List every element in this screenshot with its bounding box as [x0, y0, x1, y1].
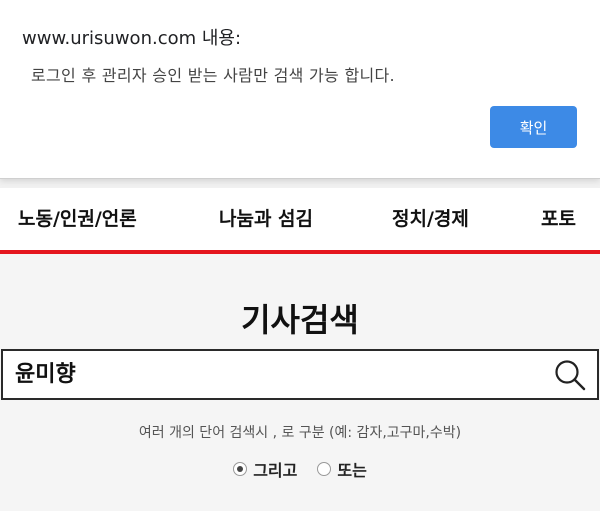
divider — [0, 178, 600, 188]
search-mode-options: 그리고 또는 — [0, 458, 600, 480]
radio-and-label: 그리고 — [253, 461, 298, 480]
nav-item-politics-economy[interactable]: 정치/경제 — [392, 204, 469, 231]
radio-or[interactable]: 또는 — [317, 457, 367, 481]
alert-dialog: www.urisuwon.com 내용: 로그인 후 관리자 승인 받는 사람만… — [0, 0, 600, 179]
search-box: 윤미향 — [1, 349, 599, 400]
dialog-message: 로그인 후 관리자 승인 받는 사람만 검색 가능 합니다. — [31, 66, 395, 85]
ok-button[interactable]: 확인 — [490, 106, 577, 148]
nav-item-sharing-serving[interactable]: 나눔과 섬김 — [219, 204, 313, 231]
search-hint: 여러 개의 단어 검색시 , 로 구분 (예: 감자,고구마,수박) — [138, 425, 462, 441]
search-input[interactable]: 윤미향 — [15, 351, 76, 398]
nav-item-photo[interactable]: 포토 — [541, 204, 576, 231]
page-title: 기사검색 — [241, 301, 359, 339]
radio-and[interactable]: 그리고 — [233, 457, 297, 481]
radio-or-button[interactable] — [317, 462, 332, 476]
main-nav: 노동/인권/언론 나눔과 섬김 정치/경제 포토 — [0, 188, 600, 250]
nav-item-labor-rights-press[interactable]: 노동/인권/언론 — [18, 204, 137, 231]
radio-or-label: 또는 — [337, 461, 367, 480]
article-search-section: 기사검색 윤미향 여러 개의 단어 검색시 , 로 구분 (예: 감자,고구마,… — [0, 254, 600, 511]
dialog-title: www.urisuwon.com 내용: — [22, 28, 242, 49]
radio-and-button[interactable] — [233, 462, 248, 476]
search-icon[interactable] — [553, 358, 587, 392]
